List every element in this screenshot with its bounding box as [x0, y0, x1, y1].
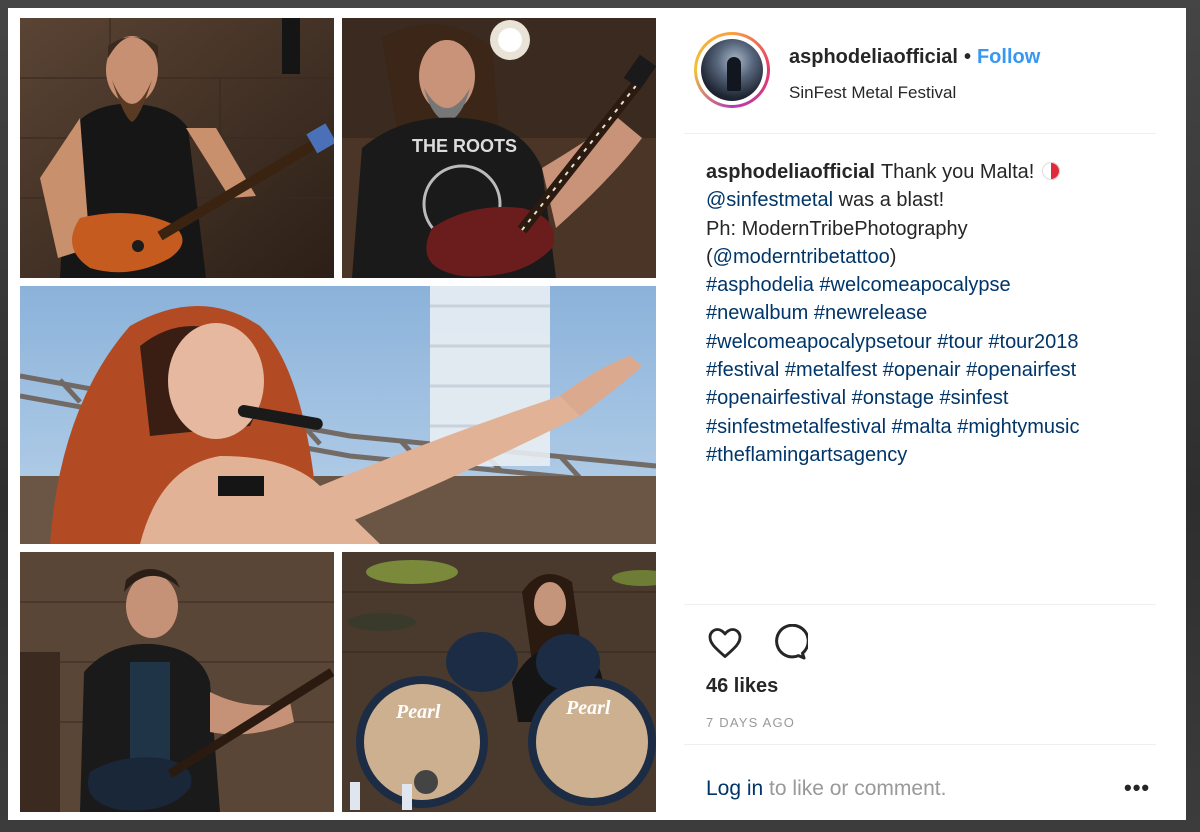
drum-logo-left: Pearl	[395, 701, 441, 723]
hashtag-line[interactable]: #welcomeapocalypsetour #tour #tour2018	[706, 328, 1146, 356]
caption-username[interactable]: asphodeliaofficial	[706, 161, 875, 183]
post-footer: Log in to like or comment. •••	[684, 744, 1156, 820]
header-user-line: asphodeliaofficial • Follow	[789, 46, 1040, 69]
header-separator: •	[963, 46, 971, 68]
hashtag-line[interactable]: #openairfestival #onstage #sinfest	[706, 384, 1146, 412]
post-modal: THE ROOTS Pearl Pearl asphodeliaofficial…	[8, 8, 1186, 820]
post-caption: asphodeliaofficial Thank you Malta! @sinf…	[706, 158, 1146, 469]
caption-text-3: Ph: ModernTribePhotography	[706, 217, 968, 240]
photo-bassist	[20, 552, 334, 812]
story-ring[interactable]	[694, 32, 770, 108]
login-link[interactable]: Log in	[706, 777, 763, 800]
post-media-collage: THE ROOTS Pearl Pearl	[8, 8, 664, 820]
post-header: asphodeliaofficial • Follow SinFest Metal …	[684, 8, 1156, 134]
more-options-icon[interactable]: •••	[1124, 775, 1150, 801]
post-sidebar: asphodeliaofficial • Follow SinFest Metal …	[684, 8, 1156, 820]
header-username[interactable]: asphodeliaofficial	[789, 46, 958, 68]
drum-logo-right: Pearl	[565, 697, 611, 719]
hashtag-line[interactable]: #sinfestmetalfestival #malta #mightymusi…	[706, 413, 1146, 441]
hashtag-line[interactable]: #newalbum #newrelease	[706, 299, 1146, 327]
likes-count[interactable]: 46 likes	[706, 675, 778, 698]
avatar[interactable]	[701, 39, 763, 101]
mention-sinfestmetal[interactable]: @sinfestmetal	[706, 189, 833, 211]
heart-icon[interactable]	[706, 625, 744, 661]
photo-singer	[20, 286, 656, 544]
caption-text-2: was a blast!	[833, 189, 945, 212]
hashtag-line[interactable]: #festival #metalfest #openair #openairfe…	[706, 356, 1146, 384]
hashtag-line[interactable]: #asphodelia #welcomeapocalypse	[706, 271, 1146, 299]
photo-guitarist-right: THE ROOTS	[342, 18, 656, 278]
comment-icon[interactable]	[770, 624, 808, 662]
login-prompt-text: to like or comment.	[763, 777, 947, 800]
caption-text-1: Thank you Malta!	[880, 161, 1035, 183]
malta-flag-icon	[1042, 162, 1061, 180]
location-link[interactable]: SinFest Metal Festival	[789, 83, 956, 103]
photo-drummer: Pearl Pearl	[342, 552, 656, 812]
photo-guitarist-left	[20, 18, 334, 278]
login-prompt: Log in to like or comment.	[706, 777, 946, 801]
post-actions: 46 likes 7 DAYS AGO	[684, 604, 1156, 744]
shirt-text: THE ROOTS	[412, 136, 517, 156]
mention-moderntribetattoo[interactable]: @moderntribetattoo	[713, 246, 890, 268]
hashtag-line[interactable]: #theflamingartsagency	[706, 441, 1146, 469]
follow-button[interactable]: Follow	[977, 46, 1040, 68]
post-timestamp: 7 DAYS AGO	[706, 715, 796, 730]
